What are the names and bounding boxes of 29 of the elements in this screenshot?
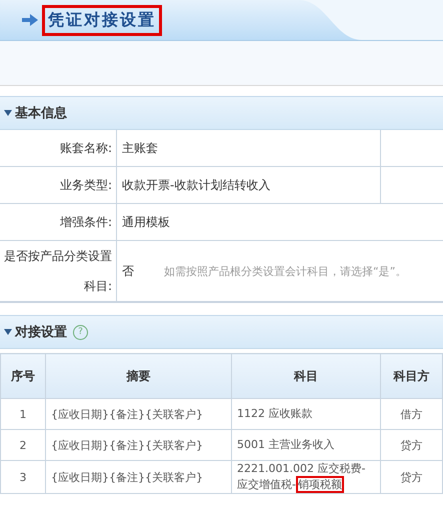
table-cell: 1 [0, 398, 46, 430]
table-cell: 1122 应收账款 [232, 398, 380, 430]
table-cell: 2221.001.002 应交税费-应交增值税- 销项税额 [232, 460, 380, 494]
field-label: 是否按产品分类设置科目: [0, 241, 117, 301]
field-value: 收款开票-收款计划结转收入 [122, 176, 270, 194]
section-header[interactable]: 对接设置 ? [0, 315, 443, 349]
table-cell: 3 [0, 460, 46, 494]
hint-text: 如需按照产品根分类设置会计科目，请选择“是”。 [164, 264, 406, 278]
page-title: 凭证对接设置 [42, 4, 162, 36]
table-cell: 贷方 [380, 460, 442, 494]
field-label: 增强条件: [0, 204, 117, 240]
column-header: 序号 [0, 354, 46, 398]
column-header: 摘要 [46, 354, 232, 398]
column-header: 科目方 [380, 354, 442, 398]
table-cell: 5001 主营业务收入 [232, 430, 380, 460]
table-cell: {应收日期}{备注}{关联客户} [46, 430, 232, 460]
table-cell: 贷方 [380, 430, 442, 460]
field-value: 主账套 [122, 140, 158, 156]
section-header[interactable]: 基本信息 [0, 96, 443, 130]
arrow-icon [22, 14, 38, 26]
table-cell: {应收日期}{备注}{关联客户} [46, 398, 232, 430]
table-cell: {应收日期}{备注}{关联客户} [46, 460, 232, 494]
column-header: 科目 [232, 354, 380, 398]
field-label: 账套名称: [0, 130, 117, 166]
field-label: 业务类型: [0, 167, 117, 203]
table-cell: 借方 [380, 398, 442, 430]
field-value: 否 [122, 262, 134, 280]
table-cell: 2 [0, 430, 46, 460]
field-value: 通用模板 [122, 214, 170, 230]
